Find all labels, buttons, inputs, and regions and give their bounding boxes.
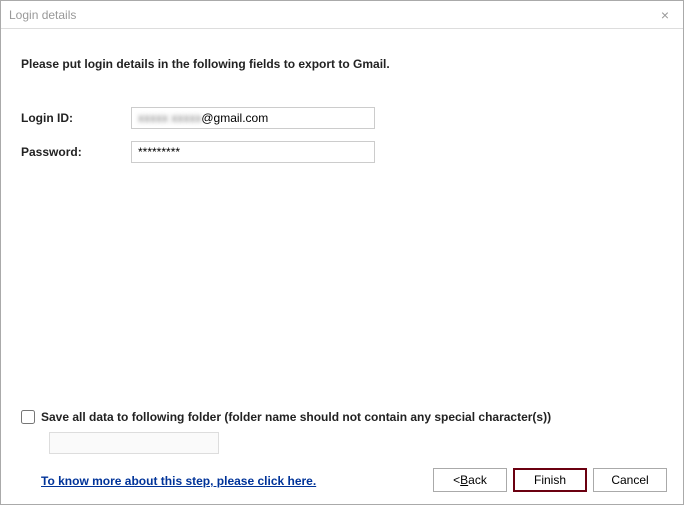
back-button[interactable]: < Back (433, 468, 507, 492)
password-input[interactable] (131, 141, 375, 163)
save-folder-label: Save all data to following folder (folde… (41, 410, 551, 424)
close-icon[interactable]: × (655, 5, 675, 25)
folder-path-input[interactable] (49, 432, 219, 454)
login-blurred-part: xxxxx xxxxx (138, 111, 201, 125)
login-input[interactable]: xxxxx xxxxx@gmail.com (131, 107, 375, 129)
button-row: < Back Finish Cancel (433, 468, 667, 492)
password-label: Password: (21, 145, 131, 159)
titlebar: Login details × (1, 1, 683, 29)
instruction-text: Please put login details in the followin… (21, 57, 663, 71)
password-row: Password: (21, 141, 663, 163)
content-area: Please put login details in the followin… (1, 29, 683, 504)
window-title: Login details (9, 8, 76, 22)
cancel-button[interactable]: Cancel (593, 468, 667, 492)
login-label: Login ID: (21, 111, 131, 125)
login-domain-part: @gmail.com (201, 111, 268, 125)
save-folder-checkbox[interactable] (21, 410, 35, 424)
help-link[interactable]: To know more about this step, please cli… (41, 474, 316, 488)
save-folder-row: Save all data to following folder (folde… (21, 410, 551, 424)
finish-button[interactable]: Finish (513, 468, 587, 492)
login-row: Login ID: xxxxx xxxxx@gmail.com (21, 107, 663, 129)
